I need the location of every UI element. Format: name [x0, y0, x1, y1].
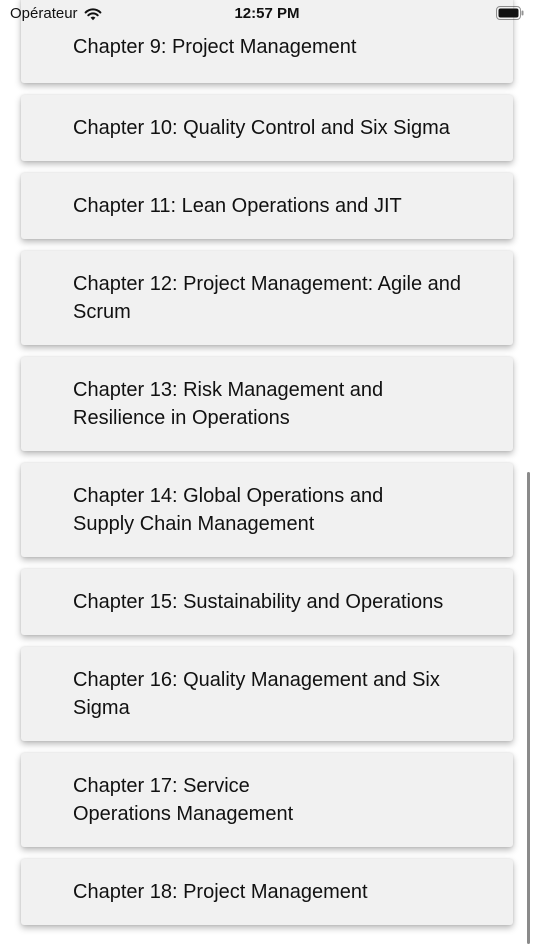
chapter-label: Chapter 11: Lean Operations and JIT [73, 195, 402, 217]
chapter-item-12[interactable]: Chapter 12: Project Management: Agile an… [21, 251, 513, 345]
chapter-label: Chapter 9: Project Management [73, 35, 357, 58]
chapter-label: Chapter 17: Service Operations Managemen… [73, 775, 294, 825]
chapter-label: Chapter 14: Global Operations and Supply… [73, 485, 384, 535]
chapter-item-16[interactable]: Chapter 16: Quality Management and Six S… [21, 647, 513, 741]
screen: Chapter 9: Project Management Chapter 10… [0, 0, 534, 950]
chapter-label: Chapter 16: Quality Management and Six S… [73, 669, 440, 719]
status-time: 12:57 PM [234, 5, 300, 22]
chapter-label: Chapter 13: Risk Management and Resilien… [73, 379, 384, 429]
chapter-item-17[interactable]: Chapter 17: Service Operations Managemen… [21, 753, 513, 847]
chapter-label: Chapter 18: Project Management [73, 881, 368, 903]
scroll-indicator[interactable] [527, 472, 530, 944]
status-bar: Opérateur 12:57 PM [0, 0, 534, 28]
chapter-label: Chapter 10: Quality Control and Six Sigm… [73, 117, 450, 139]
chapter-item-10[interactable]: Chapter 10: Quality Control and Six Sigm… [21, 95, 513, 161]
battery-icon [496, 6, 524, 20]
chapter-item-11[interactable]: Chapter 11: Lean Operations and JIT [21, 173, 513, 239]
chapter-item-13[interactable]: Chapter 13: Risk Management and Resilien… [21, 357, 513, 451]
chapter-label: Chapter 15: Sustainability and Operation… [73, 591, 444, 613]
chapter-item-18[interactable]: Chapter 18: Project Management [21, 859, 513, 925]
chapter-label: Chapter 12: Project Management: Agile an… [73, 273, 462, 323]
chapter-item-15[interactable]: Chapter 15: Sustainability and Operation… [21, 569, 513, 635]
chapter-item-14[interactable]: Chapter 14: Global Operations and Supply… [21, 463, 513, 557]
